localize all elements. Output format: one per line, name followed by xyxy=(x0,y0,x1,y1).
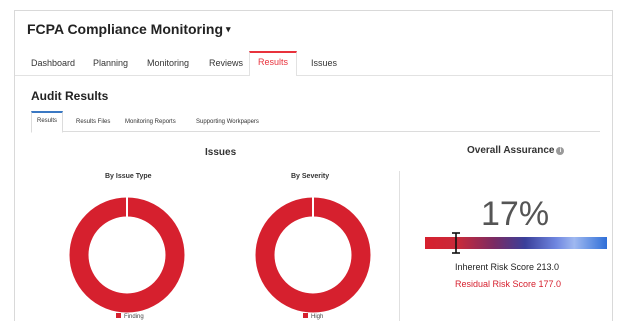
app-title[interactable]: FCPA Compliance Monitoring ▾ xyxy=(27,21,231,37)
main-nav: Dashboard Planning Monitoring Reviews Re… xyxy=(15,51,612,76)
residual-risk-score: Residual Risk Score 177.0 xyxy=(455,279,562,289)
app-title-text: FCPA Compliance Monitoring xyxy=(27,21,223,37)
panel-divider xyxy=(399,171,400,321)
inherent-risk-score: Inherent Risk Score 213.0 xyxy=(455,262,560,272)
legend-finding: Finding xyxy=(116,313,144,320)
by-severity-title: By Severity xyxy=(291,173,330,180)
legend-swatch xyxy=(116,313,121,318)
by-issue-type-title: By Issue Type xyxy=(105,173,152,180)
subtab-results[interactable]: Results xyxy=(31,111,64,133)
app-frame: FCPA Compliance Monitoring ▾ Dashboard Pl… xyxy=(14,10,613,321)
risk-marker-icon[interactable] xyxy=(451,231,461,255)
tab-planning[interactable]: Planning xyxy=(85,55,136,74)
tab-monitoring[interactable]: Monitoring xyxy=(139,55,197,74)
donut-slice-high[interactable] xyxy=(255,197,371,313)
subtab-results-files[interactable]: Results Files xyxy=(71,116,115,130)
severity-donut[interactable] xyxy=(255,197,371,313)
legend-label: Finding xyxy=(124,314,144,320)
issues-title: Issues xyxy=(205,147,237,158)
subtab-supporting-workpapers[interactable]: Supporting Workpapers xyxy=(191,116,264,130)
assurance-percent: 17% xyxy=(481,195,550,233)
info-icon[interactable]: i xyxy=(556,147,565,155)
tab-issues[interactable]: Issues xyxy=(303,55,345,74)
tab-reviews[interactable]: Reviews xyxy=(201,55,251,74)
legend-label: High xyxy=(311,314,324,320)
donut-slice-finding[interactable] xyxy=(69,197,185,313)
overall-assurance-title: Overall Assurance i xyxy=(467,145,565,156)
tab-dashboard[interactable]: Dashboard xyxy=(23,55,83,74)
chevron-down-icon[interactable]: ▾ xyxy=(226,24,231,34)
tab-results[interactable]: Results xyxy=(249,51,298,76)
issue-type-donut[interactable] xyxy=(69,197,185,313)
results-subtabs: Results Results Files Monitoring Reports… xyxy=(31,111,600,133)
overall-assurance-label: Overall Assurance xyxy=(467,145,555,156)
legend-swatch xyxy=(303,313,308,318)
subtab-monitoring-reports[interactable]: Monitoring Reports xyxy=(120,116,181,130)
page-title: Audit Results xyxy=(31,89,109,103)
legend-high: High xyxy=(303,313,323,320)
